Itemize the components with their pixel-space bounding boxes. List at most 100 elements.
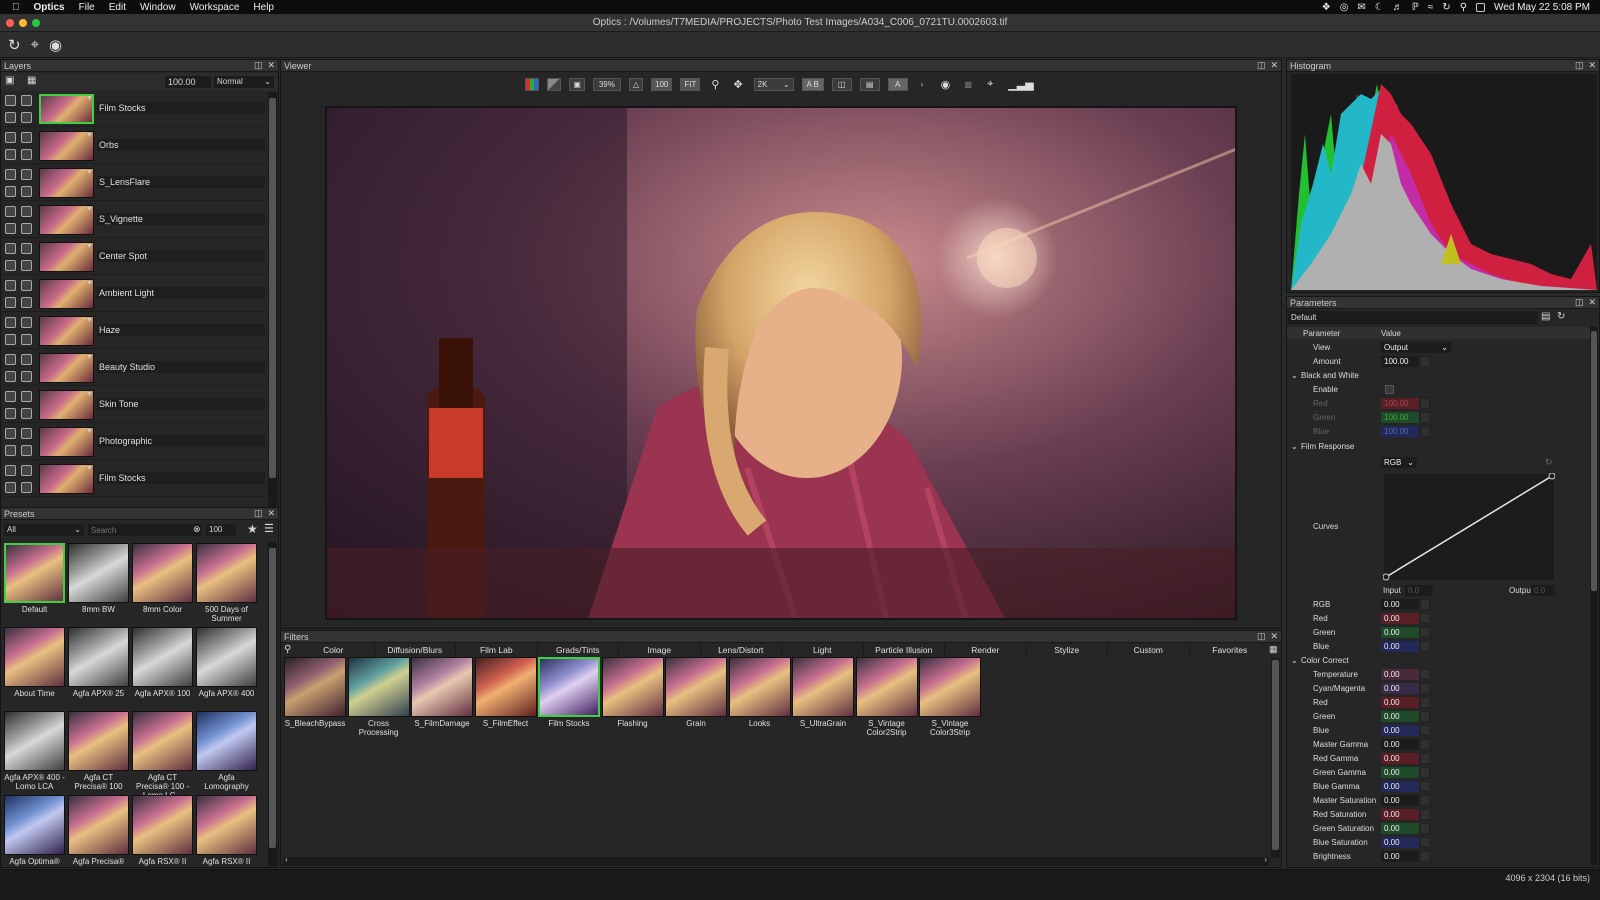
input-value[interactable]: 0.0 — [1405, 585, 1433, 596]
preset-thumbnail[interactable] — [132, 543, 193, 603]
layer-row[interactable]: ▼ Skin Tone — [3, 388, 265, 423]
visibility-icon[interactable] — [5, 391, 16, 402]
filter-item[interactable]: S_Vintage Color2Strip — [855, 657, 918, 737]
close-panel-icon[interactable]: ✕ — [267, 60, 275, 71]
bw-green-input[interactable]: 100.00 — [1381, 412, 1419, 423]
filter-tab[interactable]: Image — [619, 644, 701, 656]
control-center-icon[interactable] — [1476, 2, 1486, 12]
filter-item[interactable]: Flashing — [601, 657, 664, 728]
preset-thumbnail[interactable] — [132, 795, 193, 855]
param-value-input[interactable]: 0.00 — [1381, 837, 1419, 848]
document-icon[interactable]: ▤ — [1541, 311, 1550, 322]
menu-edit[interactable]: Edit — [109, 2, 126, 13]
mask-icon[interactable] — [21, 482, 32, 493]
filter-tab[interactable]: Particle Illusion — [864, 644, 945, 656]
scroll-left-icon[interactable]: ‹ — [285, 855, 288, 864]
bw-red-input[interactable]: 100.00 — [1381, 398, 1419, 409]
param-spinner[interactable] — [1420, 753, 1430, 764]
layer-row[interactable]: ▼ Center Spot — [3, 240, 265, 275]
preset-thumbnail[interactable] — [4, 543, 65, 603]
filter-item[interactable]: S_FilmDamage — [411, 657, 473, 728]
close-panel-icon[interactable]: ✕ — [267, 508, 275, 519]
filter-tab[interactable]: Diffusion/Blurs — [375, 644, 456, 656]
crosshair-icon[interactable]: ⌖ — [983, 78, 997, 91]
param-value-input[interactable]: 0.00 — [1381, 851, 1419, 862]
curve-channel-select[interactable]: RGB ⌄ — [1381, 457, 1417, 468]
chevron-down-icon[interactable]: ▼ — [86, 354, 93, 361]
preset-thumbnail[interactable] — [4, 711, 65, 771]
filter-tab[interactable]: Light — [782, 644, 864, 656]
param-value-input[interactable]: 0.00 — [1381, 683, 1419, 694]
filter-thumbnail[interactable] — [347, 657, 410, 717]
float-panel-icon[interactable]: ◫ — [1575, 297, 1584, 308]
layers-scroll-thumb[interactable] — [269, 98, 276, 478]
filter-thumbnail[interactable] — [474, 657, 537, 717]
monitor-icon[interactable] — [5, 186, 16, 197]
preset-tile[interactable]: Agfa CT Precisa® 100 — [68, 711, 129, 791]
param-spinner[interactable] — [1420, 725, 1430, 736]
filter-tab[interactable]: Stylize — [1027, 644, 1108, 656]
visibility-icon[interactable] — [5, 354, 16, 365]
preset-tile[interactable]: Agfa APX® 400 - Lomo LCA — [4, 711, 65, 791]
volume-icon[interactable]: ♬ — [1393, 2, 1403, 13]
filter-tab[interactable]: Render — [945, 644, 1027, 656]
zoom-window-button[interactable] — [32, 19, 40, 27]
dropbox-icon[interactable]: ❖ — [1322, 2, 1331, 13]
close-panel-icon[interactable]: ✕ — [1588, 297, 1596, 308]
preset-thumbnail[interactable] — [4, 795, 65, 855]
bluetooth-icon[interactable]: ℙ — [1412, 2, 1419, 13]
bypass-icon[interactable] — [21, 354, 32, 365]
chevron-down-icon[interactable]: ▼ — [86, 280, 93, 287]
float-panel-icon[interactable]: ◫ — [1257, 631, 1266, 642]
param-spinner[interactable] — [1420, 767, 1430, 778]
mask-icon[interactable] — [21, 445, 32, 456]
monitor-icon[interactable] — [5, 223, 16, 234]
preset-tile[interactable]: Agfa APX® 100 — [132, 627, 193, 698]
preset-size-input[interactable]: 100 — [206, 524, 236, 536]
param-value-input[interactable]: 0.00 — [1381, 781, 1419, 792]
chevron-down-icon[interactable]: ▼ — [86, 206, 93, 213]
param-spinner[interactable] — [1420, 809, 1430, 820]
preset-tile[interactable]: Agfa CT Precisa® 100 - Lomo LC... — [132, 711, 193, 800]
preset-thumbnail[interactable] — [68, 795, 129, 855]
chevron-down-icon[interactable]: ▼ — [86, 132, 93, 139]
mask-icon[interactable] — [21, 260, 32, 271]
layer-row[interactable]: ▼ Orbs — [3, 129, 265, 164]
amount-spinner[interactable] — [1420, 356, 1430, 367]
layer-name[interactable]: S_LensFlare — [97, 176, 265, 188]
image-canvas[interactable] — [325, 106, 1237, 620]
preset-tile[interactable]: 8mm Color — [132, 543, 193, 614]
snapshot-icon[interactable]: ◉ — [938, 78, 954, 91]
text-overlay-icon[interactable]: A — [887, 77, 908, 91]
layer-name[interactable]: Center Spot — [97, 250, 265, 262]
layer-row[interactable]: ▼ Film Stocks — [3, 462, 265, 497]
param-value-input[interactable]: 0.00 — [1381, 823, 1419, 834]
filter-thumbnail[interactable] — [855, 657, 918, 717]
mail-icon[interactable]: ✉ — [1357, 2, 1365, 13]
chevron-down-icon[interactable]: ▼ — [86, 428, 93, 435]
preset-category-select[interactable]: All ⌄ — [4, 524, 84, 536]
monitor-icon[interactable] — [5, 371, 16, 382]
layer-row[interactable]: ▼ Beauty Studio — [3, 351, 265, 386]
filter-item[interactable]: S_UltraGrain — [792, 657, 854, 728]
filter-item[interactable]: S_BleachBypass — [284, 657, 346, 728]
layer-name[interactable]: Haze — [97, 324, 265, 336]
moon-icon[interactable]: ☾ — [1375, 2, 1384, 13]
preset-tile[interactable]: Agfa Precisa® — [68, 795, 129, 866]
param-value-input[interactable]: 0.00 — [1381, 711, 1419, 722]
bypass-icon[interactable] — [21, 280, 32, 291]
param-spinner[interactable] — [1420, 683, 1430, 694]
param-spinner[interactable] — [1420, 697, 1430, 708]
preset-thumbnail[interactable] — [68, 711, 129, 771]
layer-name[interactable]: Ambient Light — [97, 287, 265, 299]
filter-thumbnail[interactable] — [538, 657, 600, 717]
mask-icon[interactable] — [21, 149, 32, 160]
param-spinner[interactable] — [1420, 711, 1430, 722]
close-window-button[interactable] — [6, 19, 14, 27]
reset-icon[interactable]: ↻ — [1557, 311, 1565, 322]
filter-item[interactable]: Looks — [728, 657, 791, 728]
param-value-input[interactable]: 0.00 — [1381, 739, 1419, 750]
menu-icon[interactable]: ☰ — [264, 522, 274, 535]
filter-thumbnail[interactable] — [411, 657, 473, 717]
preset-tile[interactable]: Agfa Optima® — [4, 795, 65, 866]
